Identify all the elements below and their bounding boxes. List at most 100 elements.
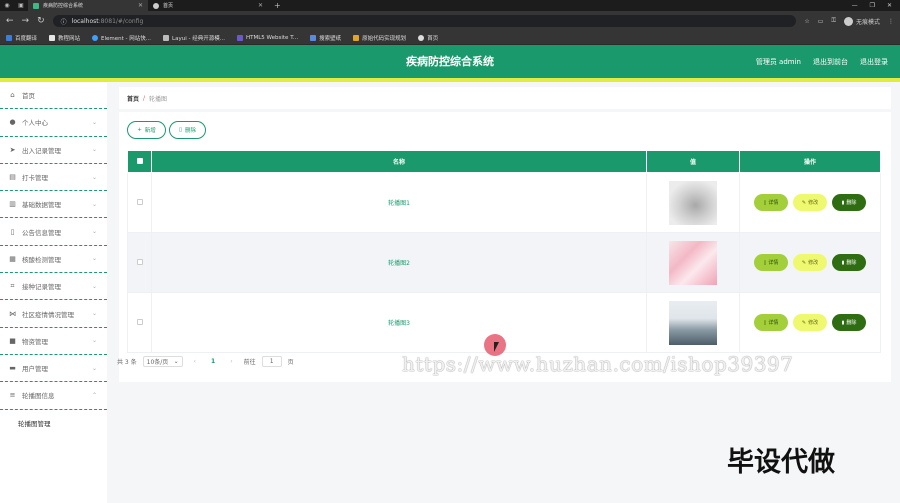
browser-tab-bar: ◉ ▣ 疾病防控综合系统 ✕ 首页 ✕ + — ❐ ✕	[0, 0, 900, 11]
sidebar-item-base-data[interactable]: ▥ 基础数据管理 ⌄	[0, 191, 107, 219]
exit-to-front-link[interactable]: 退出到前台	[813, 57, 848, 67]
browser-tab-title: 首页	[163, 3, 174, 9]
browser-tab-title: 疾病防控综合系统	[43, 3, 84, 9]
edit-icon: ✎	[801, 199, 807, 206]
admin-label: 管理员 admin	[755, 57, 801, 66]
box-icon: ■	[9, 336, 16, 345]
chevron-down-icon: ⌄	[91, 118, 97, 126]
sidebar-item-access-records[interactable]: ➤ 出入记录管理 ⌄	[0, 137, 107, 164]
tab-search-icon[interactable]: ◉	[0, 0, 14, 11]
next-page-icon[interactable]: ›	[225, 358, 237, 365]
detail-button[interactable]: ▯ 详情	[754, 314, 788, 331]
browser-tab[interactable]: 首页 ✕	[148, 0, 268, 11]
prev-page-icon[interactable]: ‹	[189, 358, 201, 365]
crop-icon: ⌗	[10, 281, 15, 290]
sidebar-item-community-epidemic[interactable]: ⋈ 社区疫情情况管理 ⌄	[0, 300, 107, 328]
page-size-select[interactable]: 10条/页 ⌄	[142, 355, 183, 367]
sidebar-item-vaccination[interactable]: ⌗ 接种记录管理 ⌄	[0, 273, 107, 301]
close-tab-icon[interactable]: ✕	[138, 2, 143, 9]
logout-link[interactable]: 退出登录	[860, 57, 888, 67]
chart-icon: ▦	[9, 254, 16, 263]
bookmark[interactable]: Element - 网站快...	[92, 34, 151, 42]
back-icon[interactable]: ←	[6, 16, 14, 26]
info-icon[interactable]: ⓘ	[61, 17, 67, 26]
sidebar-item-carousel[interactable]: ≡ 轮播图信息 ⌃	[0, 382, 107, 410]
settings-icon: ≡	[9, 391, 16, 400]
carousel-image-thumbnail[interactable]	[669, 240, 717, 285]
delete-button[interactable]: ▮ 删除	[832, 194, 866, 211]
carousel-image-thumbnail[interactable]	[669, 300, 717, 345]
url-host: localhost	[71, 17, 99, 25]
edit-button[interactable]: ✎ 修改	[793, 254, 827, 271]
bookmark[interactable]: Layui - 经典开源模...	[163, 34, 225, 42]
sidebar-item-users[interactable]: ▬ 用户管理 ⌄	[0, 355, 107, 383]
row-checkbox[interactable]	[136, 258, 143, 265]
maximize-icon[interactable]: ❐	[870, 2, 875, 9]
sidebar-item-profile[interactable]: ● 个人中心 ⌄	[0, 109, 107, 137]
sidebar-item-checkin[interactable]: ▤ 打卡管理 ⌄	[0, 164, 107, 192]
chevron-down-icon: ⌄	[91, 173, 97, 181]
pagination-total: 共 3 条	[117, 358, 137, 366]
bookmark[interactable]: 百度翻译	[6, 34, 37, 42]
browser-tab-active[interactable]: 疾病防控综合系统 ✕	[28, 0, 148, 11]
menu-icon[interactable]: ⋮	[888, 18, 894, 25]
star-icon[interactable]: ☆	[804, 18, 809, 25]
bookmark-icon	[310, 34, 317, 41]
close-window-icon[interactable]: ✕	[887, 2, 892, 9]
sidebar-item-home[interactable]: ⌂ 首页	[0, 82, 107, 110]
breadcrumb-home[interactable]: 首页	[127, 94, 139, 103]
stamp-text: 毕设代做	[727, 447, 835, 478]
row-checkbox[interactable]	[136, 198, 143, 205]
bookmark[interactable]: 搜索壁纸	[310, 34, 341, 42]
bookmark-icon	[92, 34, 99, 41]
edit-icon: ✎	[801, 259, 807, 266]
key-icon[interactable]: ⚿	[831, 17, 836, 25]
forward-icon[interactable]: →	[22, 16, 30, 26]
share-icon: ⋈	[9, 309, 16, 318]
sidebar-item-nucleic-test[interactable]: ▦ 核酸检测管理 ⌄	[0, 246, 107, 274]
mouse-cursor-icon	[494, 342, 499, 352]
bookmark[interactable]: 原始代码实现规划	[353, 34, 406, 42]
trash-icon: ▯	[178, 127, 182, 133]
column-header-name: 名称	[151, 150, 647, 173]
page-number[interactable]: 1	[207, 358, 219, 365]
detail-button[interactable]: ▯ 详情	[754, 194, 788, 211]
minimize-icon[interactable]: —	[852, 2, 858, 9]
profile-button[interactable]: 无痕模式	[843, 16, 880, 26]
batch-delete-button[interactable]: ▯ 删除	[169, 121, 206, 139]
select-all-checkbox[interactable]	[136, 157, 143, 164]
chevron-down-icon: ⌄	[91, 337, 97, 345]
address-bar: ← → ↻ ⓘ localhost:8081/#/config ☆ ▭ ⚿ 无痕…	[0, 11, 900, 31]
window-icon[interactable]: ▭	[818, 18, 824, 25]
sidebar-subitem-carousel-manage[interactable]: 轮播图管理	[0, 410, 107, 436]
new-tab-icon[interactable]: +	[268, 0, 287, 11]
home-icon: ⌂	[10, 91, 15, 100]
chevron-up-icon: ⌃	[91, 391, 97, 399]
row-checkbox[interactable]	[136, 318, 143, 325]
edit-button[interactable]: ✎ 修改	[793, 314, 827, 331]
trash-icon: ▮	[841, 259, 845, 266]
plus-icon: +	[137, 127, 142, 133]
breadcrumb-separator: /	[143, 94, 146, 102]
edit-button[interactable]: ✎ 修改	[793, 194, 827, 211]
carousel-image-thumbnail[interactable]	[669, 180, 717, 225]
document-icon: ▯	[10, 227, 15, 236]
delete-button[interactable]: ▮ 删除	[832, 314, 866, 331]
add-button[interactable]: + 新增	[127, 121, 166, 139]
bookmark[interactable]: HTML5 Website T...	[236, 34, 298, 41]
sidebar-item-supplies[interactable]: ■ 物资管理 ⌄	[0, 328, 107, 355]
bookmark[interactable]: 教程网站	[49, 34, 80, 42]
bookmark-icon	[6, 34, 12, 41]
reload-icon[interactable]: ↻	[37, 16, 45, 26]
bookmark[interactable]: 首页	[418, 34, 438, 42]
delete-button[interactable]: ▮ 删除	[832, 254, 866, 271]
sidebar-item-announcements[interactable]: ▯ 公告信息管理 ⌄	[0, 218, 107, 246]
detail-button[interactable]: ▯ 详情	[754, 254, 788, 271]
trash-icon: ▮	[841, 319, 845, 326]
goto-page-input[interactable]: 1	[261, 355, 282, 367]
close-tab-icon[interactable]: ✕	[258, 2, 263, 9]
url-field[interactable]: ⓘ localhost:8081/#/config	[52, 15, 797, 27]
tab-list-icon[interactable]: ▣	[14, 0, 28, 11]
bookmark-icon	[418, 34, 425, 41]
document-icon: ▯	[763, 199, 767, 206]
